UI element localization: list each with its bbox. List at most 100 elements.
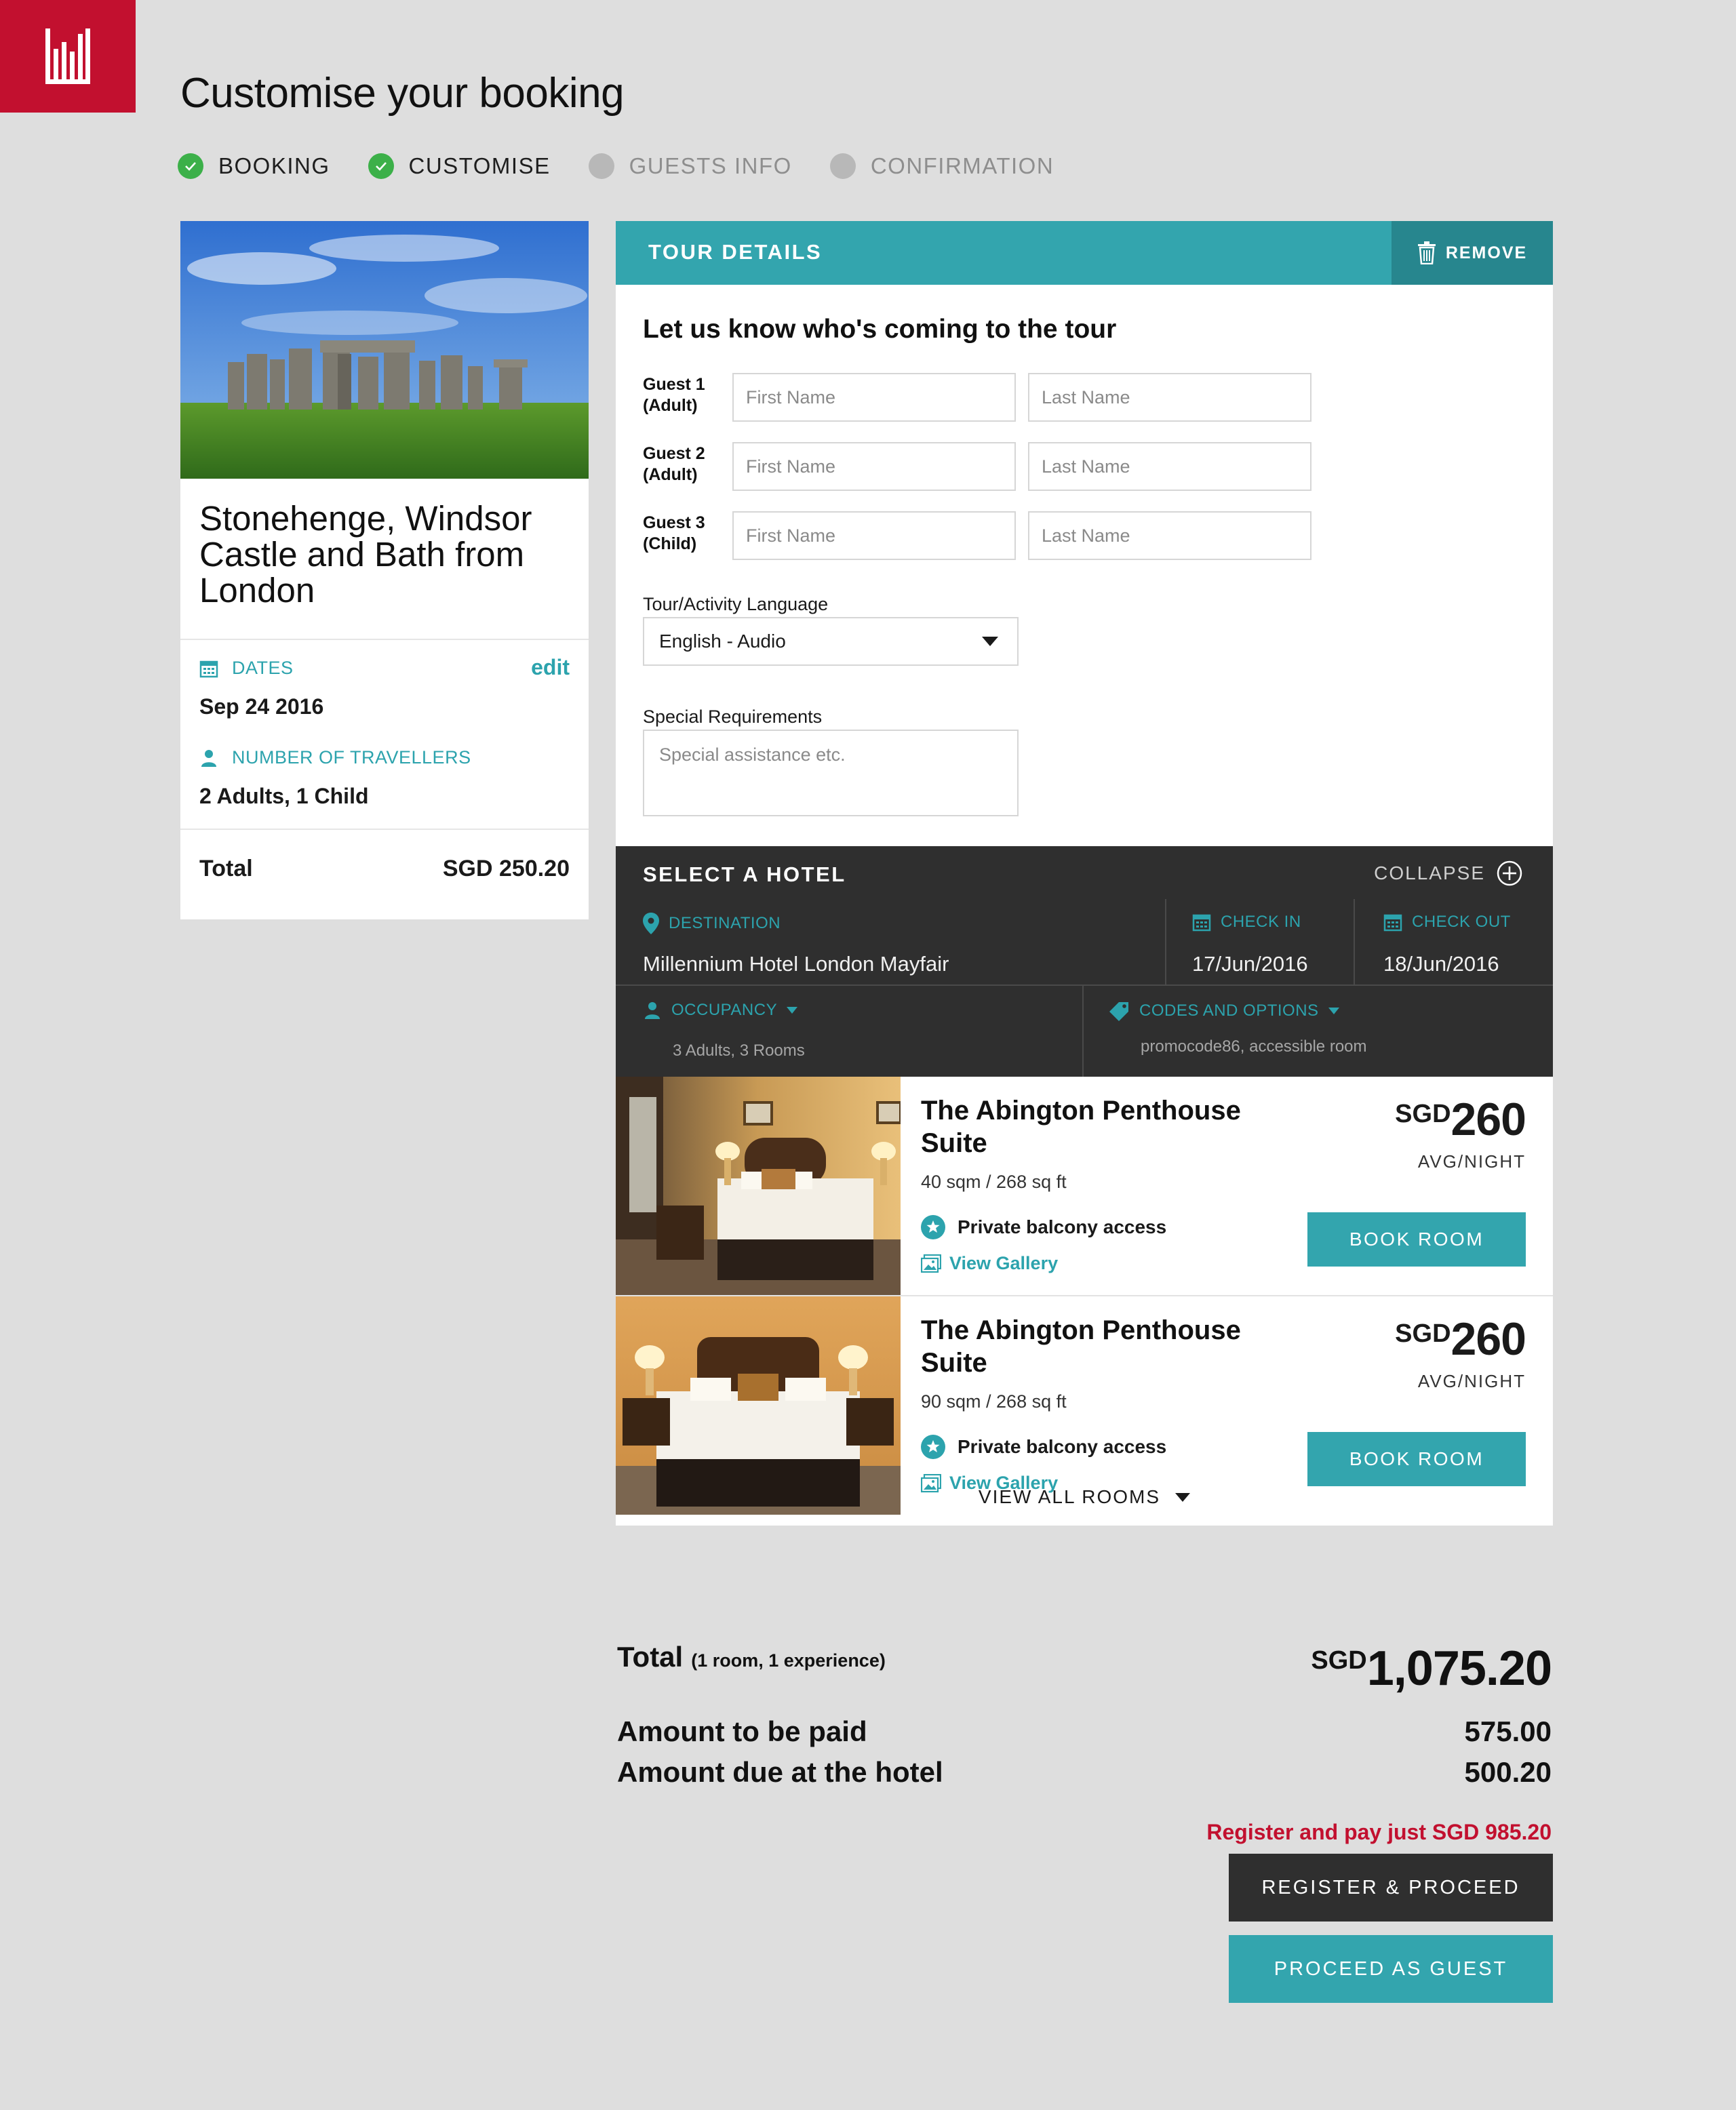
check-out-value[interactable]: 18/Jun/2016 bbox=[1383, 952, 1499, 976]
language-select[interactable]: English - Audio bbox=[643, 617, 1019, 666]
caret-down-icon bbox=[982, 637, 998, 646]
caret-down-icon bbox=[1175, 1492, 1191, 1502]
room-feature: Private balcony access bbox=[921, 1215, 1166, 1239]
remove-label: REMOVE bbox=[1445, 243, 1528, 262]
guest-type: (Adult) bbox=[643, 396, 698, 415]
proceed-as-guest-button[interactable]: PROCEED AS GUEST bbox=[1229, 1935, 1553, 2003]
grand-total-value: SGD 1,075.20 bbox=[1311, 1641, 1552, 1696]
remove-button[interactable]: REMOVE bbox=[1392, 221, 1553, 285]
person-icon bbox=[201, 749, 216, 767]
dates-value: Sep 24 2016 bbox=[199, 694, 324, 719]
calendar-icon bbox=[1192, 914, 1211, 932]
tour-title: Stonehenge, Windsor Castle and Bath from… bbox=[199, 499, 532, 610]
codes-options-dropdown[interactable]: CODES AND OPTIONS bbox=[1109, 1001, 1339, 1021]
room-name: The Abington Penthouse Suite bbox=[921, 1315, 1241, 1378]
book-room-button[interactable]: BOOK ROOM bbox=[1307, 1432, 1526, 1486]
register-promo-text: Register and pay just SGD 985.20 bbox=[1206, 1820, 1552, 1844]
room-feature-text: Private balcony access bbox=[958, 1216, 1167, 1237]
caret-down-icon bbox=[787, 1007, 798, 1014]
price-amount: 260 bbox=[1451, 1313, 1526, 1365]
room-feature-text: Private balcony access bbox=[958, 1436, 1167, 1457]
view-gallery-link[interactable]: View Gallery bbox=[921, 1253, 1058, 1274]
view-all-rooms-label: VIEW ALL ROOMS bbox=[978, 1486, 1161, 1507]
tag-icon bbox=[1109, 1002, 1128, 1021]
step-confirmation: CONFIRMATION bbox=[829, 153, 1054, 179]
room-image[interactable] bbox=[616, 1077, 901, 1295]
destination-label: DESTINATION bbox=[643, 913, 781, 934]
guest-2-label: Guest 2 (Adult) bbox=[643, 443, 705, 485]
collapse-label: COLLAPSE bbox=[1374, 862, 1485, 883]
room-feature: Private balcony access bbox=[921, 1435, 1166, 1459]
guests-heading: Let us know who's coming to the tour bbox=[643, 315, 1117, 344]
pending-dot-icon bbox=[829, 153, 856, 179]
person-icon bbox=[645, 1002, 660, 1019]
divider bbox=[1354, 899, 1355, 984]
guest-1-last-name-input[interactable]: Last Name bbox=[1028, 373, 1311, 422]
language-label: Tour/Activity Language bbox=[643, 594, 829, 614]
room-card: The Abington Penthouse Suite 90 sqm / 26… bbox=[616, 1296, 1553, 1515]
star-badge-icon bbox=[921, 1435, 945, 1459]
book-room-button[interactable]: BOOK ROOM bbox=[1307, 1212, 1526, 1267]
travellers-value: 2 Adults, 1 Child bbox=[199, 784, 369, 808]
check-in-label: CHECK IN bbox=[1192, 913, 1301, 932]
guest-3-first-name-input[interactable]: First Name bbox=[732, 511, 1016, 560]
dates-label: DATES bbox=[199, 658, 294, 679]
room-card: The Abington Penthouse Suite 40 sqm / 26… bbox=[616, 1077, 1553, 1295]
check-in-value[interactable]: 17/Jun/2016 bbox=[1192, 952, 1308, 976]
star-badge-icon bbox=[921, 1215, 945, 1239]
grand-total-note: (1 room, 1 experience) bbox=[691, 1650, 886, 1671]
plus-circle-icon bbox=[1497, 860, 1522, 886]
card-total-value: SGD 250.20 bbox=[442, 856, 570, 881]
requirements-label: Special Requirements bbox=[643, 706, 823, 727]
guest-3-last-name-input[interactable]: Last Name bbox=[1028, 511, 1311, 560]
grand-total-amount: 1,075.20 bbox=[1366, 1641, 1552, 1696]
location-pin-icon bbox=[643, 913, 659, 934]
register-proceed-button[interactable]: REGISTER & PROCEED bbox=[1229, 1854, 1553, 1922]
amount-paid-label: Amount to be paid bbox=[617, 1715, 867, 1747]
room-image[interactable] bbox=[616, 1296, 901, 1515]
divider bbox=[180, 639, 589, 640]
amount-due-value: 500.20 bbox=[1464, 1756, 1552, 1788]
calendar-icon bbox=[199, 660, 218, 677]
check-out-label-text: CHECK OUT bbox=[1412, 913, 1511, 931]
guest-2-last-name-input[interactable]: Last Name bbox=[1028, 442, 1311, 491]
collapse-button[interactable]: COLLAPSE bbox=[1374, 860, 1523, 887]
occupancy-label: OCCUPANCY bbox=[671, 1001, 778, 1019]
guest-number: Guest 2 bbox=[643, 444, 705, 463]
guest-1-first-name-input[interactable]: First Name bbox=[732, 373, 1016, 422]
language-select-value: English - Audio bbox=[659, 631, 786, 652]
amount-paid-value: 575.00 bbox=[1464, 1715, 1552, 1747]
view-all-rooms-button[interactable]: VIEW ALL ROOMS bbox=[616, 1486, 1553, 1508]
divider bbox=[616, 984, 1553, 986]
step-booking: BOOKING bbox=[178, 153, 330, 179]
special-requirements-textarea[interactable]: Special assistance etc. bbox=[643, 730, 1019, 816]
room-price: SGD 260 bbox=[1395, 1313, 1526, 1366]
dates-label-text: DATES bbox=[232, 658, 294, 678]
guest-3-label: Guest 3 (Child) bbox=[643, 513, 705, 555]
calendar-icon bbox=[1383, 914, 1402, 932]
step-label: GUESTS INFO bbox=[629, 153, 792, 178]
check-out-label: CHECK OUT bbox=[1383, 913, 1511, 932]
step-label: CUSTOMISE bbox=[408, 153, 551, 178]
brand-logo[interactable] bbox=[0, 0, 136, 113]
tour-details-panel: TOUR DETAILS REMOVE Let us know who's co… bbox=[616, 221, 1553, 1526]
travellers-label-text: NUMBER OF TRAVELLERS bbox=[232, 747, 471, 768]
room-size: 40 sqm / 268 sq ft bbox=[921, 1172, 1067, 1192]
booking-steps: BOOKING CUSTOMISE GUESTS INFO CONFIRMATI… bbox=[178, 153, 1054, 179]
tour-summary-card: Stonehenge, Windsor Castle and Bath from… bbox=[180, 221, 589, 919]
image-gallery-icon bbox=[921, 1254, 941, 1273]
price-currency: SGD bbox=[1395, 1319, 1451, 1348]
edit-dates-link[interactable]: edit bbox=[531, 655, 570, 680]
travellers-label: NUMBER OF TRAVELLERS bbox=[199, 747, 471, 768]
pending-dot-icon bbox=[588, 153, 614, 179]
grand-total-currency: SGD bbox=[1311, 1646, 1367, 1675]
guest-2-first-name-input[interactable]: First Name bbox=[732, 442, 1016, 491]
tour-details-header: TOUR DETAILS REMOVE bbox=[616, 221, 1553, 285]
destination-value[interactable]: Millennium Hotel London Mayfair bbox=[643, 952, 949, 976]
price-per-night: AVG/NIGHT bbox=[1417, 1371, 1526, 1391]
room-name: The Abington Penthouse Suite bbox=[921, 1096, 1241, 1158]
occupancy-value: 3 Adults, 3 Rooms bbox=[673, 1041, 805, 1060]
price-currency: SGD bbox=[1395, 1100, 1451, 1128]
occupancy-dropdown[interactable]: OCCUPANCY bbox=[643, 1001, 798, 1020]
room-size: 90 sqm / 268 sq ft bbox=[921, 1391, 1067, 1412]
